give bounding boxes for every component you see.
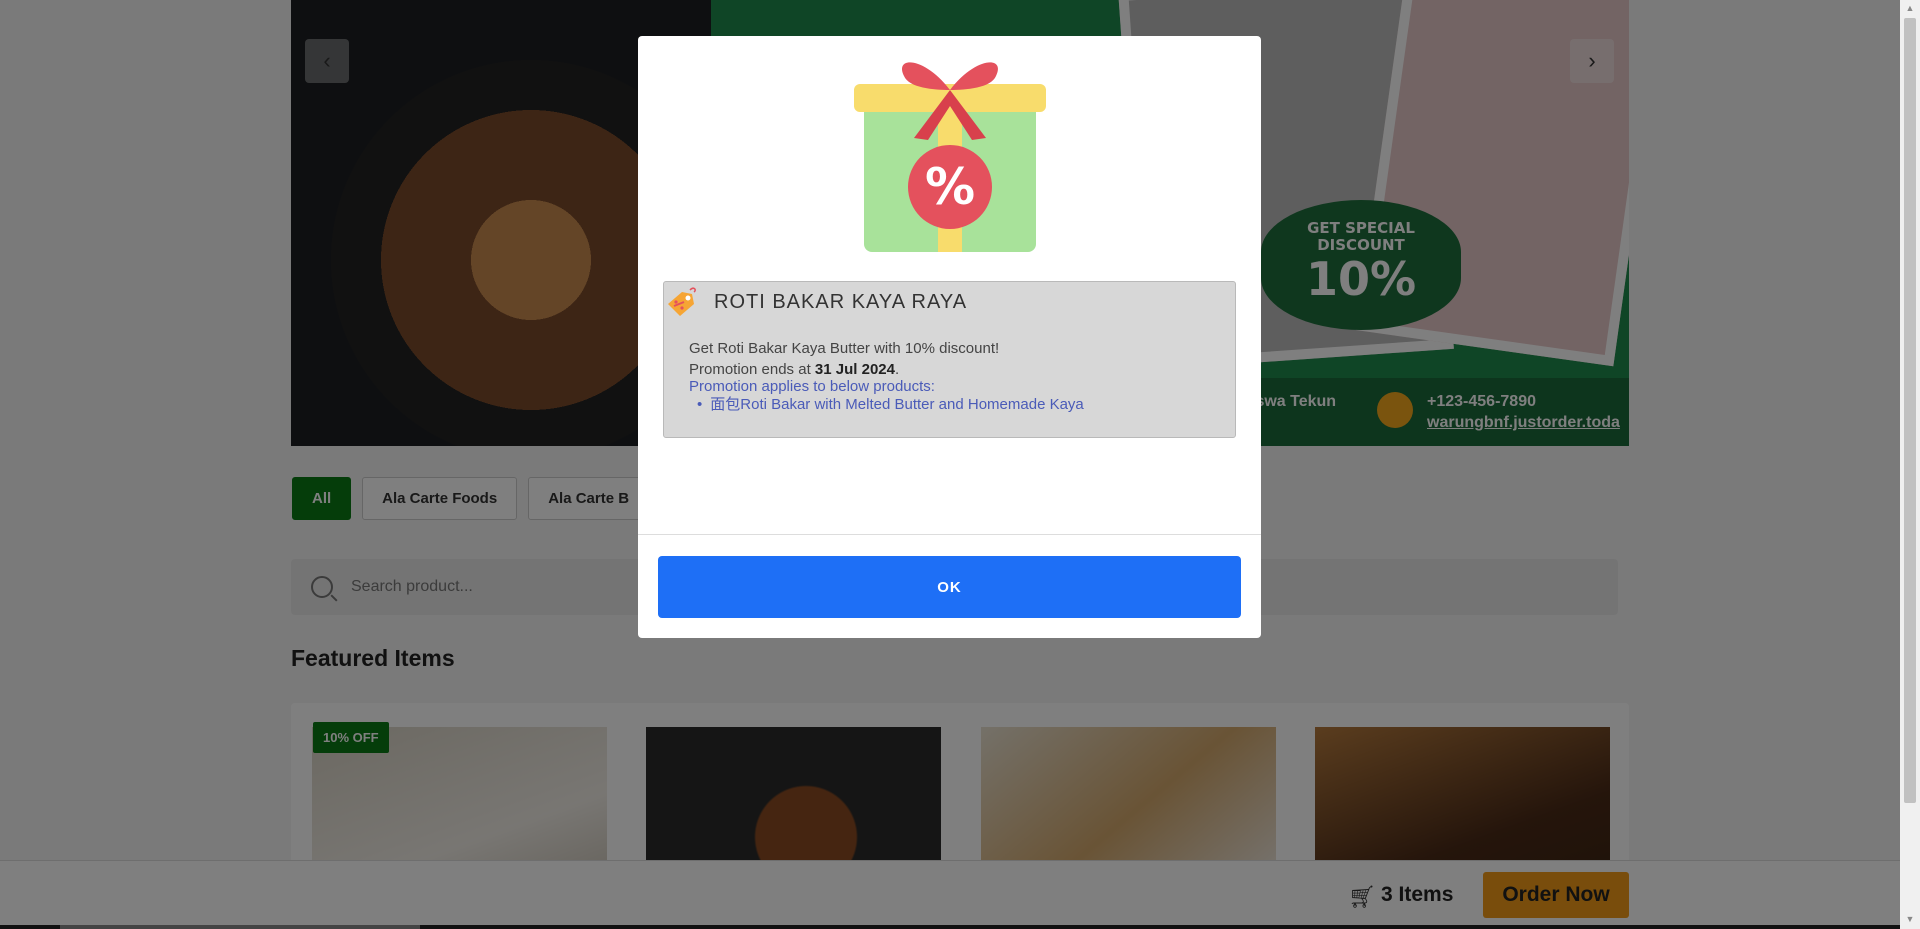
ok-button[interactable]: OK xyxy=(658,556,1241,618)
vertical-scrollbar[interactable]: ▲ ▼ xyxy=(1900,0,1920,929)
scroll-up-icon[interactable]: ▲ xyxy=(1904,3,1916,13)
promo-ends-prefix: Promotion ends at xyxy=(689,361,815,378)
promo-ends-date: 31 Jul 2024 xyxy=(814,361,895,378)
promo-description: Get Roti Bakar Kaya Butter with 10% disc… xyxy=(689,340,1000,357)
promo-tag-icon xyxy=(668,287,696,316)
scroll-down-icon[interactable]: ▼ xyxy=(1904,914,1916,924)
gift-icon: % xyxy=(854,62,1046,252)
promo-title: ROTI BAKAR KAYA RAYA xyxy=(714,291,968,313)
scrollbar-thumb[interactable] xyxy=(1904,18,1916,803)
promo-ends-suffix: . xyxy=(894,361,900,378)
promotion-details: ROTI BAKAR KAYA RAYA Get Roti Bakar Kaya… xyxy=(663,281,1236,438)
promo-end-date: Promotion ends at 31 Jul 2024. xyxy=(689,361,899,378)
svg-text:%: % xyxy=(925,158,975,216)
promo-product-item: 面包Roti Bakar with Melted Butter and Home… xyxy=(697,393,1084,414)
promotion-modal: % ROTI BAKAR KAYA RAYA Get Roti Bakar Ka… xyxy=(638,36,1261,638)
modal-divider xyxy=(638,534,1261,535)
